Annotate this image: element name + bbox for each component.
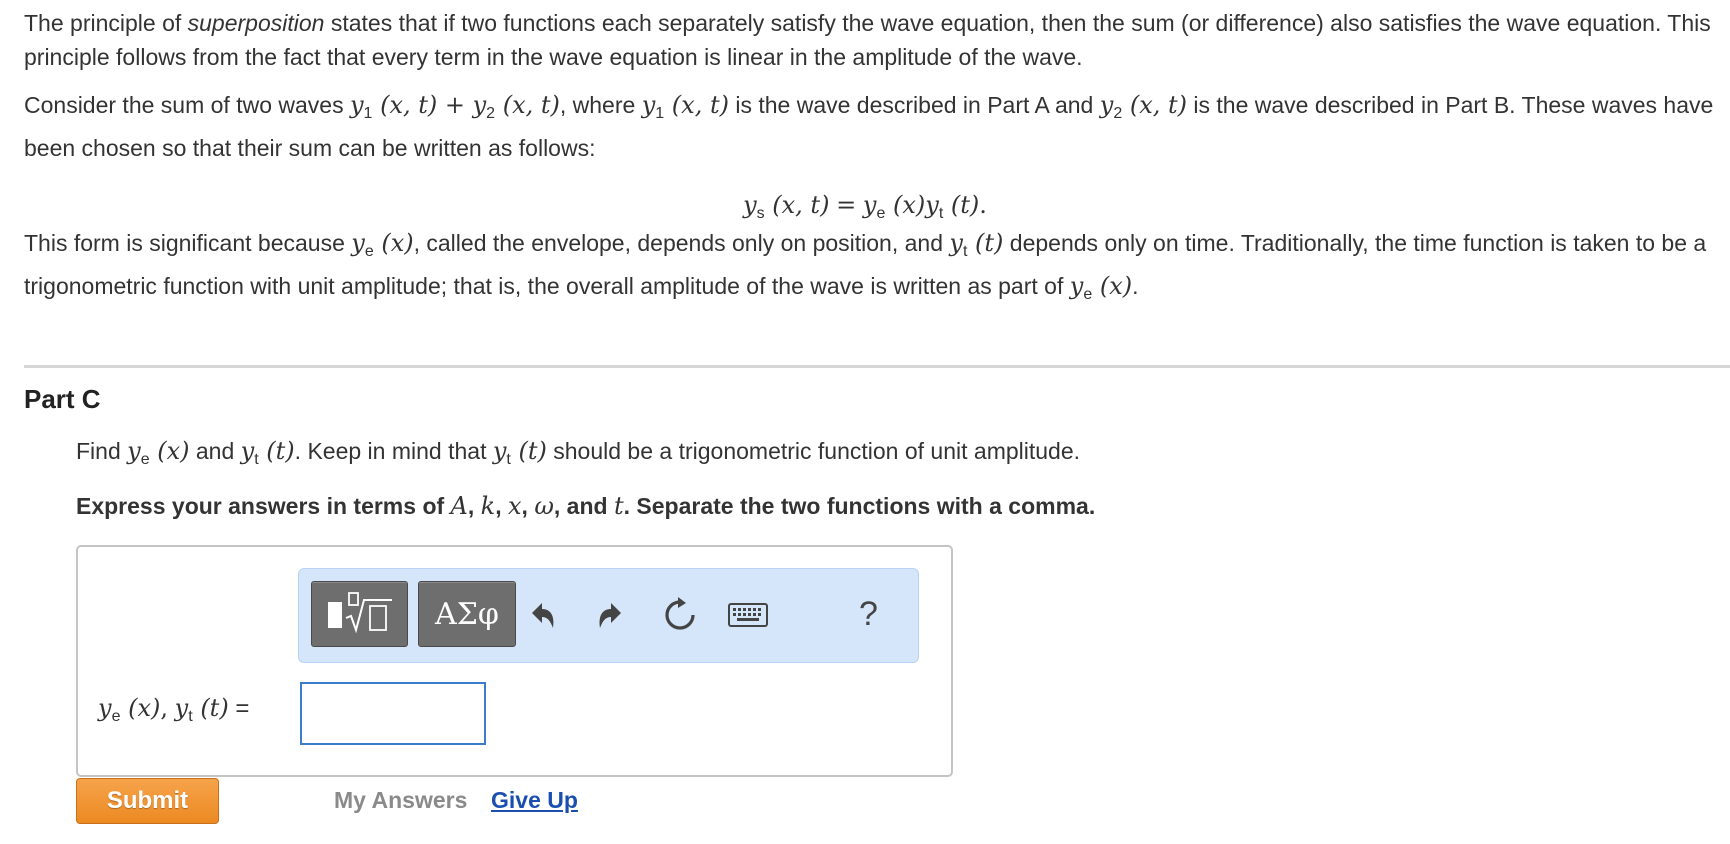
var-k: k	[480, 492, 496, 520]
answer-input[interactable]	[300, 682, 486, 745]
equals-sign: =	[228, 695, 250, 722]
intro-text: , called the envelope, depends only on p…	[413, 230, 950, 256]
reset-icon[interactable]	[660, 595, 700, 635]
math-ye: ye (x)	[351, 229, 414, 260]
keyboard-icon[interactable]	[727, 595, 769, 635]
templates-icon	[327, 592, 392, 634]
question-text: Find ye (x) and yt (t). Keep in mind tha…	[76, 434, 1676, 477]
intro-text: This form is significant because	[24, 230, 352, 256]
help-button[interactable]: ?	[859, 595, 878, 634]
intro-text: The principle of	[24, 10, 188, 36]
intro-paragraph-3: This form is significant because ye (x),…	[24, 226, 1724, 312]
intro-text: .	[1132, 273, 1139, 299]
submit-button[interactable]: Submit	[76, 778, 219, 824]
greek-symbols-button[interactable]: ΑΣφ	[418, 581, 516, 647]
intro-paragraph-1: The principle of superposition states th…	[24, 6, 1724, 74]
display-equation: ys (x, t) = ye (x)yt (t).	[743, 191, 987, 222]
question-fragment: should be a trigonometric function of un…	[546, 438, 1081, 464]
part-title: Part C	[24, 384, 101, 414]
undo-icon[interactable]	[523, 595, 563, 635]
my-answers-link[interactable]: My Answers	[334, 787, 467, 814]
math-ye: ye (x)	[127, 437, 190, 468]
math-yt: yt (t)	[240, 437, 295, 468]
var-t: t	[613, 492, 624, 520]
instructions-fragment: ,	[521, 493, 535, 519]
var-x: x	[508, 492, 522, 520]
math-yt: yt (t)	[949, 229, 1004, 260]
redo-icon[interactable]	[590, 595, 630, 635]
intro-text: is the wave described in Part A and	[728, 92, 1100, 118]
math-ye: ye (x)	[1069, 272, 1133, 303]
math-toolbar: ΑΣφ ?	[298, 568, 919, 663]
var-omega: ω	[534, 492, 554, 520]
give-up-link[interactable]: Give Up	[491, 787, 578, 814]
intro-text: Consider the sum of two waves	[24, 92, 350, 118]
var-A: A	[450, 492, 468, 520]
math-y1: y1 (x, t)	[641, 91, 729, 122]
math-y2: y2 (x, t)	[1099, 91, 1188, 122]
section-divider	[24, 365, 1730, 368]
answer-label: ye (x), yt (t) =	[98, 694, 250, 725]
instructions-fragment: , and	[553, 493, 614, 519]
templates-button[interactable]	[311, 581, 408, 647]
instructions-fragment: Express your answers in terms of	[76, 493, 451, 519]
instructions-fragment: ,	[495, 493, 508, 519]
instructions-fragment: ,	[467, 493, 481, 519]
math-y1-plus-y2: y1 (x, t) + y2 (x, t)	[349, 91, 560, 122]
answer-instructions: Express your answers in terms of A, k, x…	[76, 489, 1676, 523]
instructions-fragment: . Separate the two functions with a comm…	[623, 493, 1096, 519]
question-fragment: Find	[76, 438, 128, 464]
question-fragment: . Keep in mind that	[294, 438, 493, 464]
intro-paragraph-2: Consider the sum of two waves y1 (x, t) …	[24, 88, 1724, 165]
superposition-term: superposition	[187, 10, 325, 36]
question-fragment: and	[189, 438, 241, 464]
intro-text: , where	[559, 92, 642, 118]
math-yt: yt (t)	[492, 437, 547, 468]
